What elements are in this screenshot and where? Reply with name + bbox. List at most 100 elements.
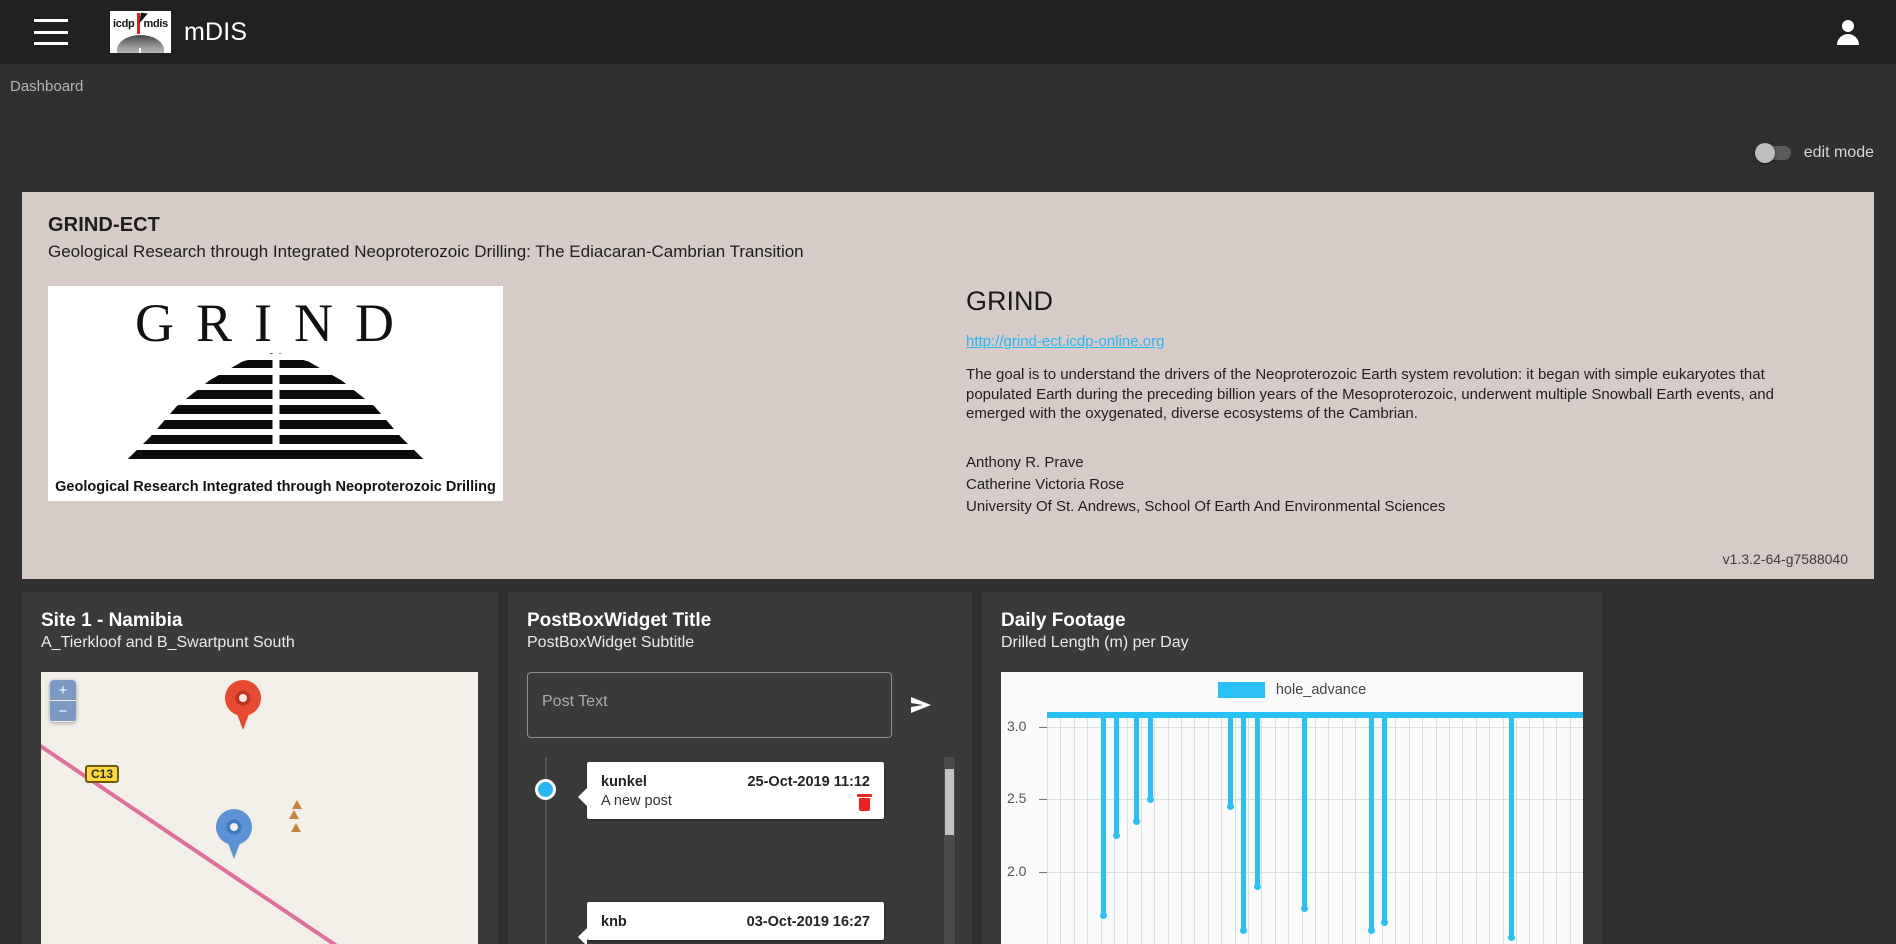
chart-gridline-vertical <box>1060 715 1061 944</box>
post-card[interactable]: kunkel 25-Oct-2019 11:12 A new post <box>587 762 884 819</box>
edit-mode-control[interactable]: edit mode <box>1757 144 1874 162</box>
chart-gridline-vertical <box>1221 715 1222 944</box>
chart-data-spike <box>1382 712 1387 922</box>
chart-y-tick-label: 2.5 <box>1007 790 1026 806</box>
chart-gridline-vertical <box>1422 715 1423 944</box>
chart-data-spike <box>1255 712 1260 886</box>
daily-footage-chart[interactable]: hole_advance 3.0 2.5 2.0 <box>1001 672 1583 944</box>
postbox-widget: PostBoxWidget Title PostBoxWidget Subtit… <box>508 592 972 944</box>
project-heading: GRIND <box>966 286 1818 317</box>
chart-legend: hole_advance <box>1001 682 1583 698</box>
project-description: The goal is to understand the drivers of… <box>966 365 1818 424</box>
project-website-link[interactable]: http://grind-ect.icdp-online.org <box>966 333 1164 350</box>
chart-gridline-vertical <box>1047 715 1048 944</box>
map-widget: Site 1 - Namibia A_Tierkloof and B_Swart… <box>22 592 498 944</box>
post-card[interactable]: knb 03-Oct-2019 16:27 <box>587 902 884 940</box>
post-date: 25-Oct-2019 11:12 <box>747 774 870 790</box>
posts-timeline[interactable]: kunkel 25-Oct-2019 11:12 A new post knb … <box>527 757 955 944</box>
project-authors: Anthony R. Prave Catherine Victoria Rose… <box>966 452 1818 518</box>
chart-gridline-vertical <box>1127 715 1128 944</box>
breadcrumb[interactable]: Dashboard <box>10 78 83 95</box>
app-version: v1.3.2-64-g7588040 <box>1723 551 1848 567</box>
map-zoom-controls[interactable]: + − <box>50 680 76 722</box>
post-text-input[interactable] <box>527 672 892 738</box>
chart-gridline-vertical <box>1275 715 1276 944</box>
chart-gridline-vertical <box>1288 715 1289 944</box>
delete-post-icon[interactable] <box>857 794 872 811</box>
map-peak-icon <box>289 810 299 819</box>
mdis-logo: icdp mdis <box>110 11 171 53</box>
posts-scrollbar[interactable]: ⌃ <box>944 757 955 944</box>
chart-data-spike <box>1114 712 1119 835</box>
chart-gridline-vertical <box>1409 715 1410 944</box>
map-canvas[interactable]: + − C13 <box>41 672 478 944</box>
chart-gridline-vertical <box>1489 715 1490 944</box>
chart-gridline-vertical <box>1395 715 1396 944</box>
project-title: GRIND-ECT <box>48 214 1848 237</box>
legend-color-swatch <box>1218 682 1265 698</box>
chart-gridline-vertical <box>1141 715 1142 944</box>
chart-gridline-vertical <box>1328 715 1329 944</box>
map-zoom-in-button[interactable]: + <box>50 680 76 701</box>
chart-y-tick-mark <box>1039 799 1047 800</box>
chart-gridline-vertical <box>1570 715 1571 944</box>
chart-gridline-vertical <box>1476 715 1477 944</box>
chart-data-spike <box>1101 712 1106 915</box>
chart-data-point <box>1240 927 1247 934</box>
map-marker-red[interactable] <box>225 680 261 730</box>
chart-data-point <box>1100 912 1107 919</box>
map-peak-icon <box>292 800 302 809</box>
grind-logo-cross-horizontal <box>216 368 336 374</box>
chart-gridline-vertical <box>1556 715 1557 944</box>
map-peak-icon <box>291 823 301 832</box>
chart-data-spike <box>1228 712 1233 806</box>
map-marker-blue[interactable] <box>216 809 252 859</box>
map-widget-title: Site 1 - Namibia <box>41 610 479 632</box>
chart-gridline-vertical <box>1194 715 1195 944</box>
chart-data-spike <box>1148 712 1153 799</box>
chart-y-tick-mark <box>1039 872 1047 873</box>
widget-row: Site 1 - Namibia A_Tierkloof and B_Swart… <box>22 592 1602 944</box>
map-road-label: C13 <box>85 765 119 783</box>
chart-gridline-vertical <box>1168 715 1169 944</box>
edit-mode-label: edit mode <box>1804 144 1874 162</box>
chart-gridline-vertical <box>1248 715 1249 944</box>
post-author: kunkel <box>601 774 647 790</box>
post-text: A new post <box>601 793 870 809</box>
chart-y-tick-mark <box>1039 727 1047 728</box>
brand-title: mDIS <box>184 18 247 47</box>
chart-widget: Daily Footage Drilled Length (m) per Day… <box>982 592 1602 944</box>
chart-series-baseline <box>1047 712 1583 718</box>
chart-gridline-vertical <box>1074 715 1075 944</box>
chart-data-spike <box>1369 712 1374 930</box>
chart-gridline-vertical <box>1154 715 1155 944</box>
post-date: 03-Oct-2019 16:27 <box>747 914 870 930</box>
chart-data-point <box>1368 927 1375 934</box>
chart-gridline-vertical <box>1261 715 1262 944</box>
chart-data-point <box>1381 919 1388 926</box>
hamburger-menu-icon[interactable] <box>34 19 68 45</box>
grind-logo-caption: Geological Research Integrated through N… <box>48 479 503 495</box>
chart-gridline-vertical <box>1355 715 1356 944</box>
chart-data-point <box>1508 934 1515 941</box>
chart-gridline-vertical <box>1087 715 1088 944</box>
logo-dome-slit <box>139 48 141 53</box>
map-zoom-out-button[interactable]: − <box>50 701 76 722</box>
chart-y-tick-label: 3.0 <box>1007 718 1026 734</box>
scrollbar-thumb[interactable] <box>945 769 954 835</box>
legend-label: hole_advance <box>1276 682 1366 698</box>
chart-gridline-vertical <box>1342 715 1343 944</box>
chart-data-spike <box>1241 712 1246 930</box>
post-timeline-dot <box>535 779 556 800</box>
person-icon[interactable] <box>1834 18 1862 46</box>
project-info-card: GRIND-ECT Geological Research through In… <box>22 192 1874 579</box>
chart-y-tick-label: 2.0 <box>1007 863 1026 879</box>
chart-gridline-vertical <box>1462 715 1463 944</box>
project-author-2: Catherine Victoria Rose <box>966 474 1818 496</box>
chart-data-spike <box>1302 712 1307 908</box>
send-paper-plane-icon[interactable] <box>906 693 936 717</box>
chart-gridline-vertical <box>1315 715 1316 944</box>
edit-mode-toggle[interactable] <box>1757 146 1791 160</box>
chart-data-point <box>1113 832 1120 839</box>
post-input-row <box>527 672 953 738</box>
